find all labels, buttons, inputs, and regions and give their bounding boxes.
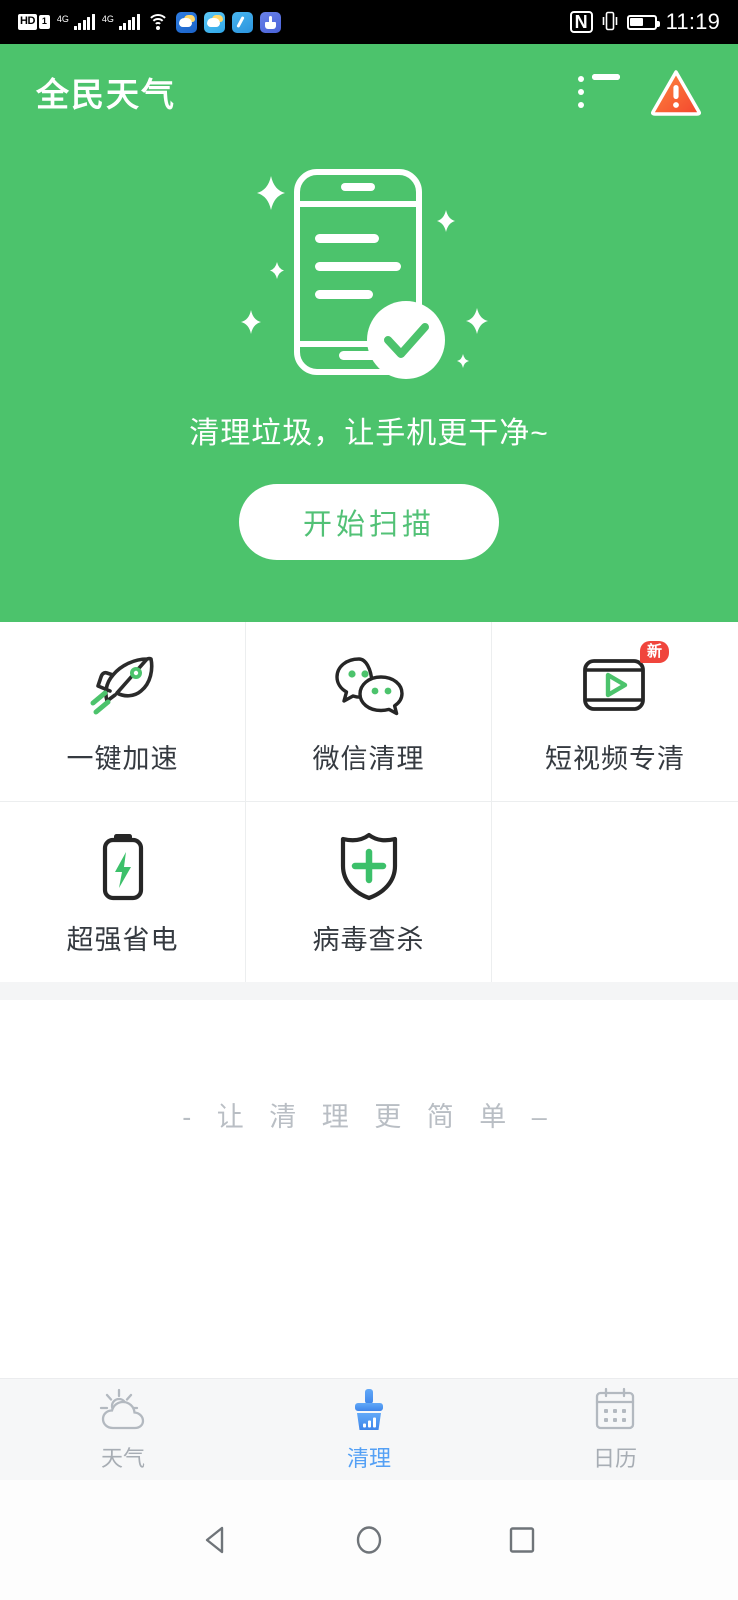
status-bar-left: HD 1 4G 4G bbox=[18, 11, 281, 33]
section-divider bbox=[0, 982, 738, 1000]
feature-label: 一键加速 bbox=[66, 744, 179, 774]
warning-triangle-icon[interactable] bbox=[650, 68, 702, 116]
signal-4g-2-icon: 4G bbox=[101, 13, 140, 30]
calendar-icon bbox=[589, 1387, 641, 1433]
start-scan-button[interactable]: 开始扫描 bbox=[239, 484, 499, 560]
tab-label: 清理 bbox=[346, 1445, 391, 1471]
weather-sun-cloud-icon bbox=[97, 1387, 149, 1433]
feature-item-short-video-clean[interactable]: 新 短视频专清 bbox=[492, 622, 738, 802]
hero-section: 全民天气 清理垃圾，让手机更干净~ 开始扫描 bbox=[0, 44, 738, 622]
status-clock: 11:19 bbox=[665, 9, 720, 34]
phone-clean-illustration bbox=[219, 158, 519, 386]
status-bar: HD 1 4G 4G N 11:19 bbox=[0, 0, 738, 44]
recents-square-icon[interactable] bbox=[499, 1517, 545, 1563]
nfc-icon: N bbox=[569, 11, 593, 33]
app-slogan: - 让 清 理 更 简 单 – bbox=[182, 1102, 556, 1132]
vibrate-icon bbox=[602, 10, 618, 35]
battery-icon bbox=[626, 14, 660, 30]
feature-item-wechat-clean[interactable]: 微信清理 bbox=[246, 622, 492, 802]
app-bar-actions bbox=[578, 68, 702, 116]
content-area: - 让 清 理 更 简 单 – bbox=[0, 1000, 738, 1378]
app-bar: 全民天气 bbox=[0, 44, 738, 140]
feature-item-virus-scan[interactable]: 病毒查杀 bbox=[246, 802, 492, 982]
tab-label: 日历 bbox=[592, 1445, 637, 1471]
wifi-icon bbox=[146, 14, 169, 30]
shield-plus-icon bbox=[331, 828, 407, 904]
feature-label: 微信清理 bbox=[312, 744, 425, 774]
feature-item-empty bbox=[492, 802, 738, 982]
weather-app-icon bbox=[175, 11, 197, 33]
feature-label: 短视频专清 bbox=[545, 744, 685, 774]
broom-app-icon bbox=[259, 11, 281, 33]
feature-item-boost[interactable]: 一键加速 bbox=[0, 622, 246, 802]
weather-app-2-icon bbox=[203, 11, 225, 33]
network-label-1: 4G bbox=[56, 13, 69, 24]
broom-icon bbox=[343, 1387, 395, 1433]
battery-bolt-icon bbox=[85, 828, 161, 904]
new-badge: 新 bbox=[639, 641, 669, 663]
signal-bars-1 bbox=[73, 13, 95, 30]
feature-item-power-save[interactable]: 超强省电 bbox=[0, 802, 246, 982]
list-icon[interactable] bbox=[578, 74, 620, 110]
wechat-bubbles-icon bbox=[331, 647, 407, 723]
hd-label: HD bbox=[18, 14, 37, 30]
hd-icon: HD 1 bbox=[18, 14, 50, 30]
tab-clean[interactable]: 清理 bbox=[246, 1379, 492, 1480]
rocket-icon bbox=[85, 647, 161, 723]
video-play-icon: 新 bbox=[577, 641, 669, 723]
home-circle-icon[interactable] bbox=[346, 1517, 392, 1563]
back-triangle-icon[interactable] bbox=[193, 1517, 239, 1563]
sim-1-icon: 1 bbox=[38, 15, 50, 29]
tab-weather[interactable]: 天气 bbox=[0, 1379, 246, 1480]
android-nav-bar bbox=[0, 1480, 738, 1600]
page-title: 全民天气 bbox=[36, 76, 176, 113]
signal-bars-2 bbox=[118, 13, 140, 30]
cleaner-app-icon bbox=[231, 11, 253, 33]
network-label-2: 4G bbox=[101, 13, 114, 24]
feature-grid: 一键加速 微信清理 新 短视频专清 超强省电 病毒查杀 bbox=[0, 622, 738, 982]
signal-4g-1-icon: 4G bbox=[56, 13, 95, 30]
hero-tagline: 清理垃圾，让手机更干净~ bbox=[189, 417, 549, 450]
feature-label: 病毒查杀 bbox=[312, 924, 425, 955]
app-screen: HD 1 4G 4G N 11:19 全民天气 清理垃圾，让手机更干净~ 开始扫… bbox=[0, 0, 738, 1600]
tab-calendar[interactable]: 日历 bbox=[492, 1379, 738, 1480]
bottom-tab-bar: 天气 清理 日历 bbox=[0, 1378, 738, 1480]
tab-label: 天气 bbox=[100, 1445, 145, 1471]
status-bar-right: N 11:19 bbox=[569, 9, 720, 35]
feature-label: 超强省电 bbox=[66, 924, 179, 955]
